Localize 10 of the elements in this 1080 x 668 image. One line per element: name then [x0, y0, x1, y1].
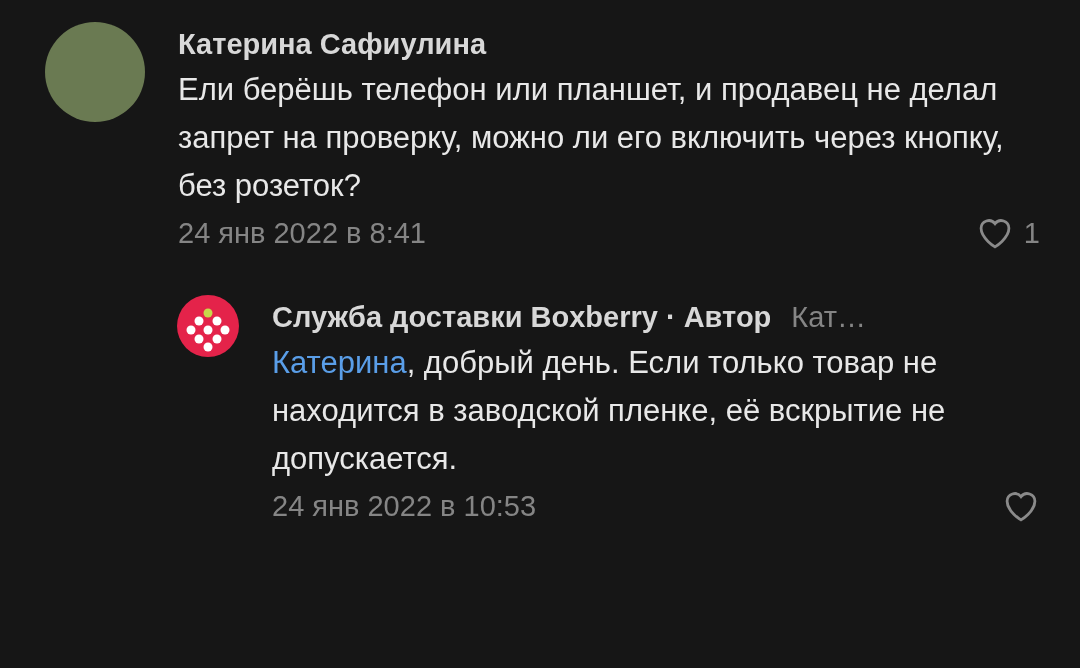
logo-icon[interactable] [177, 295, 239, 357]
like-count: 1 [1023, 216, 1040, 250]
mention-link[interactable]: Катерина [272, 345, 407, 380]
author-name[interactable]: Катерина Сафиулина [178, 22, 1040, 66]
author-name[interactable]: Служба доставки Boxberry · Автор [272, 295, 772, 339]
reply-to[interactable]: Кат… [791, 301, 866, 334]
comment-text: Ели берёшь телефон или планшет, и продавец не делал запрет на проверку, можно ли его включить через кнопку, без розеток? [178, 71, 1005, 205]
reply-text: Катерина, добрый день. Если только товар не находится в заводской пленке, её вскрытие не допускается. [272, 344, 947, 478]
reply-date: 24 янв 2022 в 10:53 [272, 489, 537, 523]
comment-date: 24 янв 2022 в 8:41 [178, 216, 426, 250]
